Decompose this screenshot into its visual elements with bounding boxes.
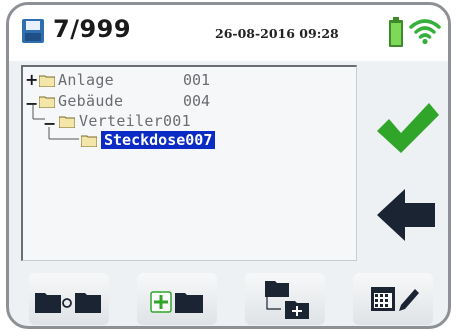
floppy-icon[interactable] [21,18,45,44]
folder-add-icon [150,291,203,313]
status-bar: 7/999 26-08-2016 09:28 [9,5,448,61]
arrow-left-icon [377,189,435,241]
confirm-button[interactable] [371,89,443,165]
move-folder-button[interactable] [29,273,109,325]
tree-node-number: 001 [183,71,211,89]
back-button[interactable] [371,177,443,253]
subfolder-button[interactable] [245,273,325,325]
device-screen: 7/999 26-08-2016 09:28 + Anlage 001 − Ge… [6,2,451,329]
record-counter: 7/999 [53,15,132,43]
expand-icon[interactable]: + [25,72,38,88]
calendar-edit-button[interactable] [353,273,433,325]
battery-icon [389,17,403,47]
folder-move-icon [35,293,101,313]
collapse-icon[interactable]: − [43,116,56,132]
bottom-toolbar [9,267,448,326]
date-time: 26-08-2016 09:28 [215,26,339,41]
wifi-icon [409,19,441,45]
folder-subfolder-icon [265,281,309,319]
tree-node-number: 004 [183,92,211,110]
checkmark-icon [377,103,439,153]
folder-tree-panel[interactable]: + Anlage 001 − Gebäude 004 − Verteiler00… [21,65,357,261]
tree-node-label: Anlage [58,71,114,89]
tree-node-label-selected: Steckdose007 [101,131,216,149]
calendar-edit-icon [371,287,419,311]
folder-icon [39,75,55,87]
collapse-icon[interactable]: − [25,96,38,112]
tree-node-label: Gebäude [58,92,124,110]
folder-icon [81,135,97,147]
folder-icon [59,116,75,128]
tree-node-label: Verteiler001 [79,112,191,130]
folder-icon [39,96,55,108]
add-folder-button[interactable] [137,273,217,325]
